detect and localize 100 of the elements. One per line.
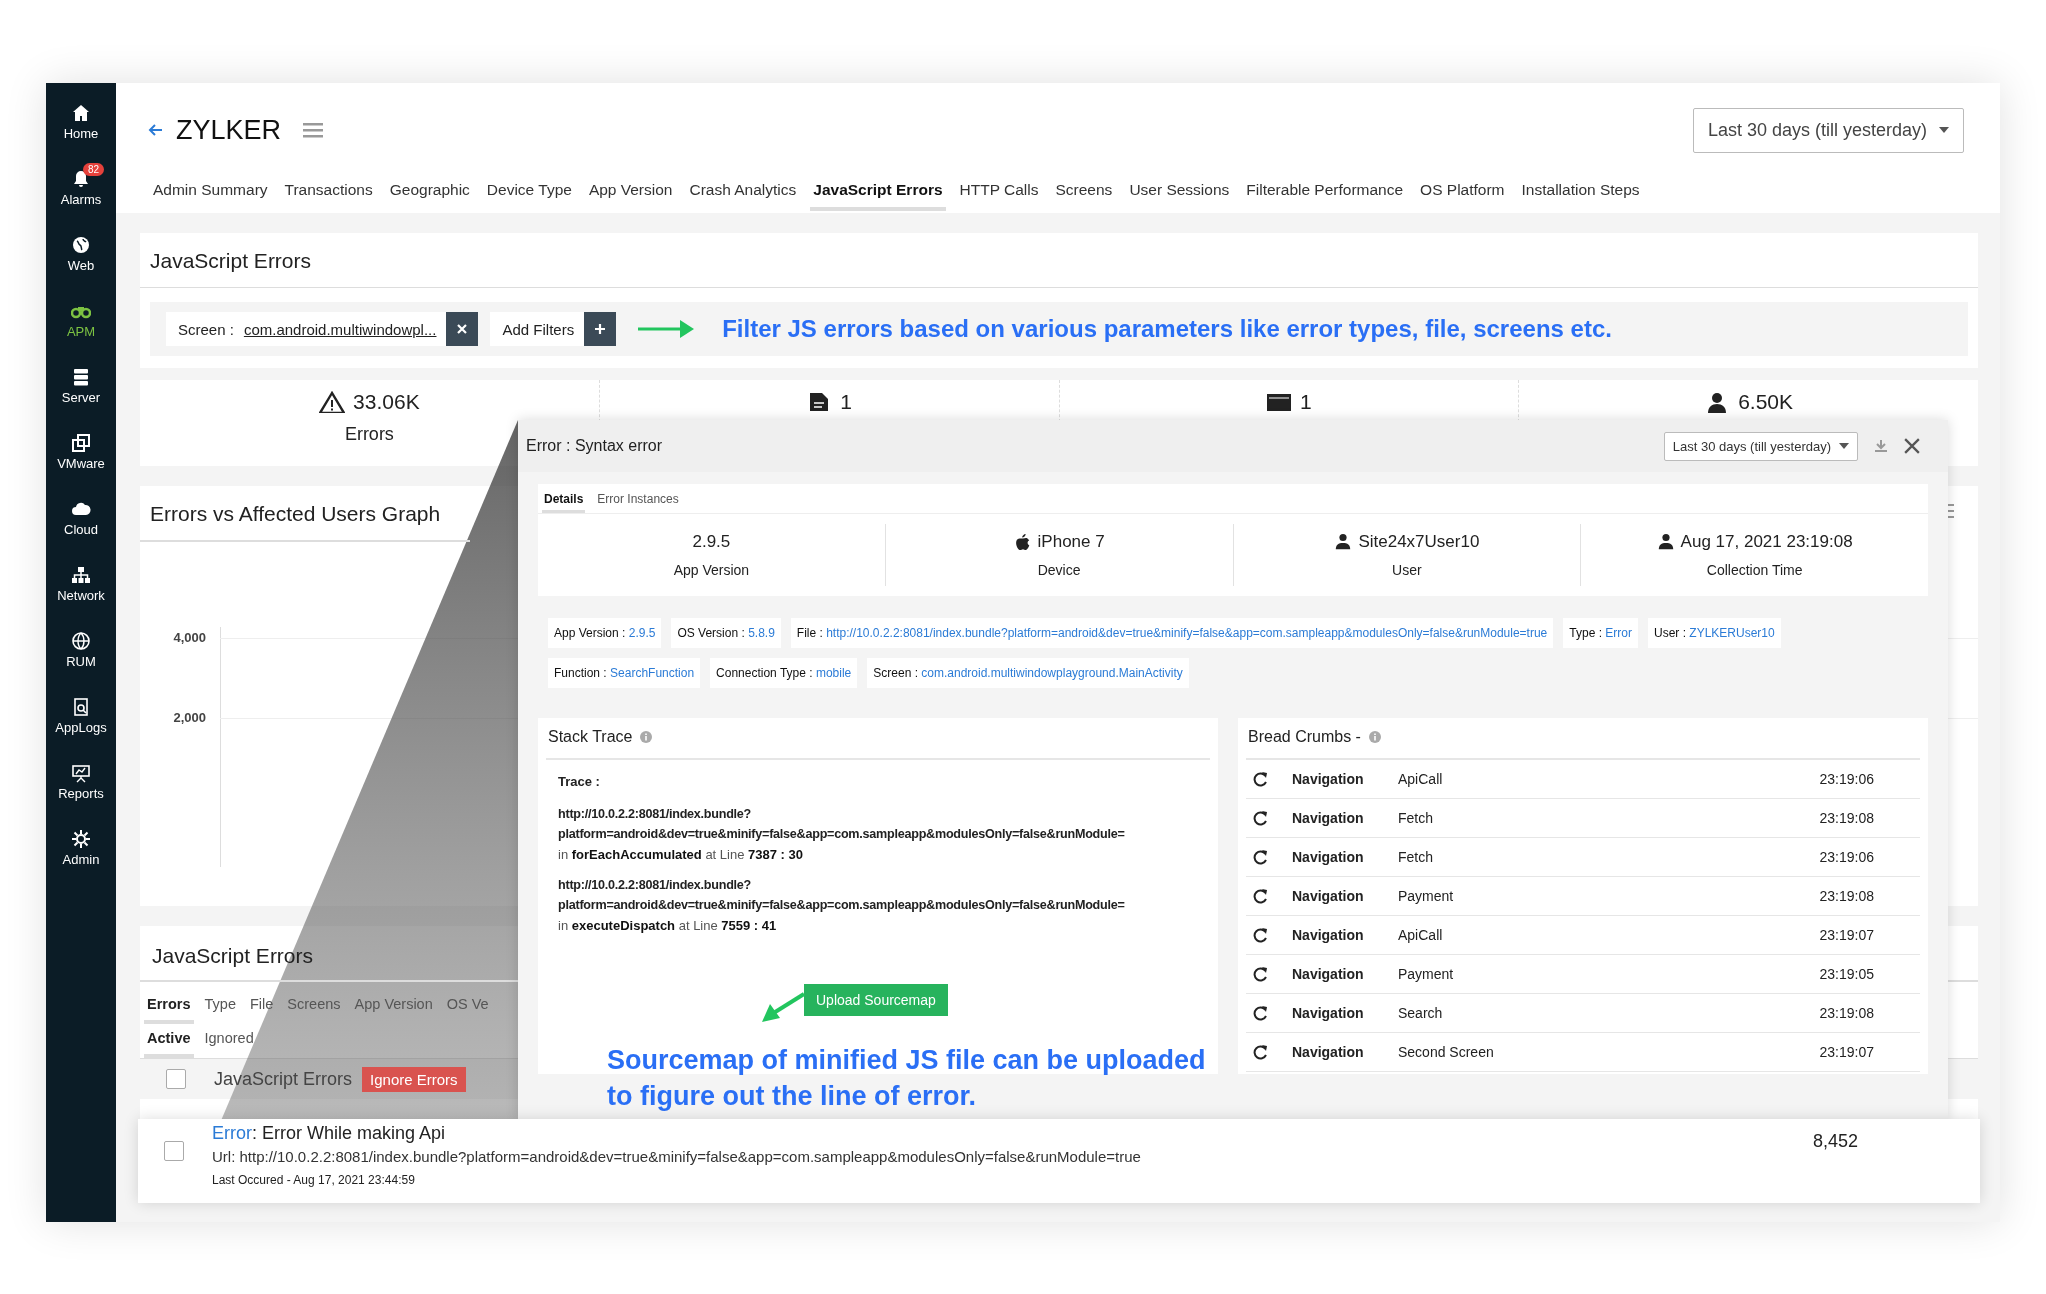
trace-location: in forEachAccumulated at Line 7387 : 30 (558, 847, 804, 862)
card-title: Errors vs Affected Users Graph (140, 486, 470, 542)
crumb-time: 23:19:06 (1819, 849, 1874, 865)
date-range-dropdown[interactable]: Last 30 days (till yesterday) (1663, 431, 1858, 461)
sidebar-item[interactable]: VMware (46, 419, 116, 485)
detail-tag: Screen : com.android.multiwindowplayground.MainActivity (867, 658, 1189, 688)
refresh-icon (1252, 810, 1268, 826)
crumb-action: Second Screen (1398, 1044, 1495, 1060)
close-icon (456, 323, 469, 335)
user-icon (1334, 533, 1353, 551)
nav-tab[interactable]: HTTP Calls (956, 175, 1042, 211)
axis-tick-label: 4,000 (172, 630, 206, 645)
plus-icon (594, 323, 607, 335)
download-icon[interactable] (1874, 439, 1888, 453)
sidebar-item[interactable]: Alarms 82 (46, 155, 116, 221)
nav-tab[interactable]: Geographic (386, 175, 473, 211)
panel-tab[interactable]: Details (542, 490, 586, 513)
date-range-dropdown[interactable]: Last 30 days (till yesterday) (1692, 107, 1964, 153)
sidebar-item[interactable]: AppLogs (46, 683, 116, 749)
sidebar-item[interactable]: Admin (46, 815, 116, 881)
nav-tab[interactable]: OS Platform (1417, 175, 1508, 211)
summary-label: Device (1037, 562, 1081, 578)
stat-label: Errors (344, 424, 394, 445)
document-search-icon (71, 697, 91, 717)
crumb-action: Search (1398, 1005, 1444, 1021)
nav-tab[interactable]: Crash Analytics (686, 175, 800, 211)
presentation-board-icon (71, 763, 91, 783)
crumb-time: 23:19:08 (1819, 1005, 1874, 1021)
error-row[interactable] (138, 1119, 1980, 1203)
trace-url: platform=android&dev=true&minify=false&app=com.sampleapp&modulesOnly=false&runModule= (558, 898, 1126, 912)
refresh-icon (1252, 849, 1268, 865)
sidebar-item[interactable]: Network (46, 551, 116, 617)
crumb-category: Navigation (1292, 810, 1365, 826)
crumb-action: ApiCall (1398, 927, 1444, 943)
crumb-category: Navigation (1292, 888, 1365, 904)
ignore-errors-button[interactable]: Ignore Errors (362, 1066, 466, 1092)
stat-value: 1 (1300, 390, 1312, 414)
menu-icon[interactable] (303, 122, 324, 138)
home-icon (71, 103, 91, 123)
nav-tab[interactable]: Filterable Performance (1243, 175, 1407, 211)
refresh-icon (1252, 888, 1268, 904)
refresh-icon (1252, 1044, 1268, 1060)
checkbox[interactable] (166, 1069, 186, 1089)
detail-tag: Function : SearchFunction (548, 658, 701, 688)
error-title: Error: Error While making Api (212, 1123, 447, 1144)
crumb-category: Navigation (1292, 771, 1365, 787)
remove-filter-button[interactable] (446, 312, 479, 346)
panel-tab[interactable]: Error Instances (595, 490, 681, 513)
summary-value: Site24x7User10 (1358, 532, 1480, 552)
crumb-category: Navigation (1292, 927, 1365, 943)
list-tab[interactable]: File (246, 992, 277, 1024)
filter-tab[interactable]: Ignored (201, 1026, 257, 1058)
nav-tab[interactable]: App Version (585, 175, 676, 211)
crumb-action: Payment (1398, 888, 1455, 904)
detail-tag: User : ZYLKERUser10 (1648, 618, 1781, 648)
close-icon[interactable] (1904, 438, 1920, 454)
crumb-category: Navigation (1292, 1005, 1365, 1021)
nav-tab[interactable]: Screens (1052, 175, 1116, 211)
list-tab[interactable]: Errors (144, 992, 194, 1024)
nav-tab[interactable]: User Sessions (1126, 175, 1233, 211)
trace-url: http://10.0.2.2:8081/index.bundle? (558, 807, 753, 821)
nav-tab[interactable]: JavaScript Errors (810, 175, 946, 211)
crumb-time: 23:19:08 (1819, 888, 1874, 904)
sidebar-item[interactable]: APM (46, 287, 116, 353)
nav-tab[interactable]: Transactions (281, 175, 376, 211)
app-title: ZYLKER (176, 114, 282, 146)
nav-tab[interactable]: Device Type (483, 175, 575, 211)
sidebar-item[interactable]: Reports (46, 749, 116, 815)
trace-url: platform=android&dev=true&minify=false&app=com.sampleapp&modulesOnly=false&runModule= (558, 827, 1126, 841)
trace-url: http://10.0.2.2:8081/index.bundle? (558, 878, 753, 892)
crumb-action: Payment (1398, 966, 1455, 982)
sidebar-item[interactable]: Home (46, 89, 116, 155)
sidebar-item[interactable]: Server (46, 353, 116, 419)
filter-label: Screen : (178, 320, 234, 338)
sidebar-item[interactable]: Cloud (46, 485, 116, 551)
nav-tab[interactable]: Installation Steps (1518, 175, 1643, 211)
crumb-action: Fetch (1398, 810, 1434, 826)
filter-value[interactable]: com.android.multiwindowpl... (243, 320, 437, 338)
crumb-time: 23:19:08 (1819, 810, 1874, 826)
crumb-time: 23:19:07 (1819, 927, 1874, 943)
nav-tab[interactable]: Admin Summary (150, 175, 271, 211)
add-filter-button[interactable] (584, 312, 617, 346)
axis-tick-label: 2,000 (172, 710, 206, 725)
detail-tag: OS Version : 5.8.9 (671, 618, 781, 648)
window-icon (1266, 391, 1293, 413)
checkbox[interactable] (164, 1141, 184, 1161)
last-occurred-text: Last Occured - Aug 17, 2021 23:44:59 (212, 1173, 416, 1187)
panel-title: Error : Syntax error (526, 437, 663, 455)
crumb-action: ApiCall (1398, 771, 1444, 787)
summary-value: iPhone 7 (1037, 532, 1105, 552)
caret-icon (1939, 127, 1949, 133)
crumb-category: Navigation (1292, 1044, 1365, 1060)
summary-label: User (1392, 562, 1422, 578)
crumb-category: Navigation (1292, 849, 1365, 865)
list-tab[interactable]: Type (201, 992, 239, 1024)
sidebar-item[interactable]: RUM (46, 617, 116, 683)
detail-tag: File : http://10.0.2.2:8081/index.bundle?platform=android&dev=true&minify=false&app=com.sampleapp&modulesOnly=false&runModule=true (790, 618, 1554, 648)
sidebar-item[interactable]: Web (46, 221, 116, 287)
network-icon (71, 565, 91, 585)
trace-label: Trace : (558, 774, 601, 789)
